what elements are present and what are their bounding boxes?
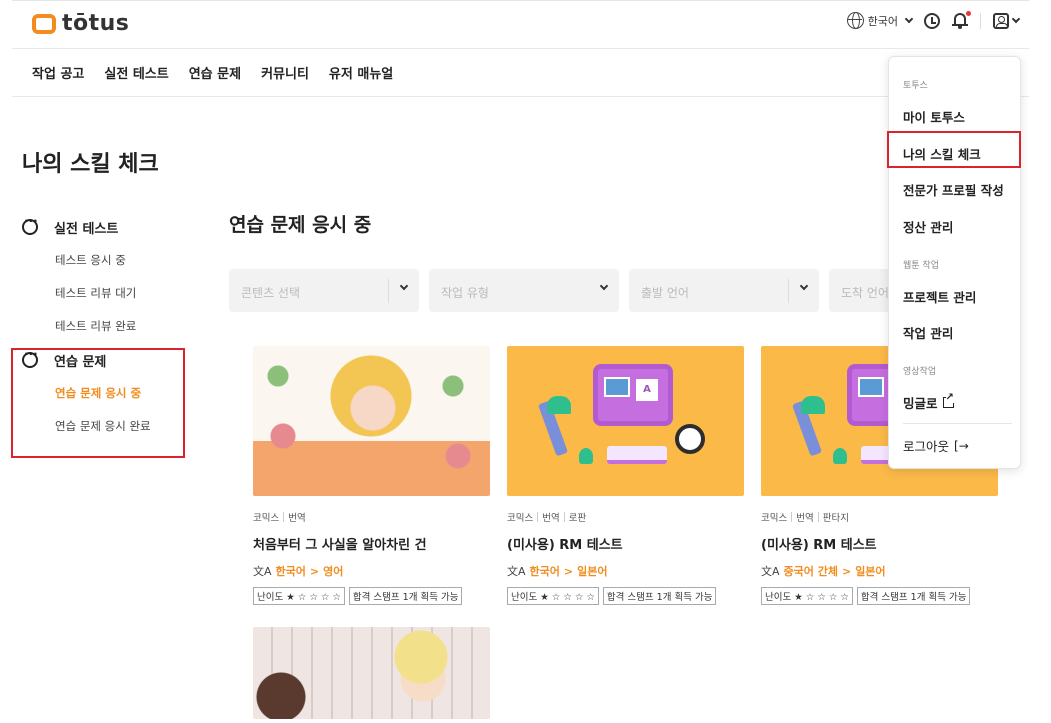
stamp-chip: 합격 스탬프 1개 획득 가능 [856,587,971,605]
menu-item-minglo[interactable]: 밍글로 [889,392,954,412]
menu-item-task-management[interactable]: 작업 관리 [889,323,953,342]
menu-divider [903,423,1012,424]
sidebar-item-test-in-progress[interactable]: 테스트 응시 중 [22,244,192,277]
menu-item-my-totus[interactable]: 마이 토투스 [889,107,965,126]
card-language-pair: 文A 중국어 간체 > 일본어 [761,564,886,579]
practice-card[interactable]: 코믹스 번역 처음부터 그 사실을 알아차린 건 文A 한국어 > 영어 난이도 ★ … [253,346,490,605]
menu-item-expert-profile[interactable]: 전문가 프로필 작성 [889,180,1004,199]
card-tags: 코믹스 번역 판타지 [761,512,849,524]
language-label: 한국어 [867,14,898,28]
card-chips: 난이도 ★ ☆ ☆ ☆ ☆ 합격 스탬프 1개 획득 가능 [253,587,490,605]
chevron-down-icon [799,281,809,291]
nav-item-manual[interactable]: 유저 매뉴얼 [329,63,393,82]
header-tools: 한국어 [846,11,1021,29]
filter-task-type[interactable]: 작업 유형 [429,269,619,312]
menu-item-logout[interactable]: 로그아웃 [→ [889,436,969,455]
nav-item-jobs[interactable]: 작업 공고 [32,63,84,82]
chevron-down-icon [399,281,409,291]
notification-dot [966,11,971,16]
chevron-down-icon [904,14,914,23]
bell-icon[interactable] [952,11,971,29]
translate-icon: 文A [253,565,272,578]
card-thumbnail [253,346,490,496]
menu-section-label: 토투스 [903,81,928,91]
translate-icon: 文A [761,565,780,578]
menu-section-label: 웹툰 작업 [903,261,939,271]
filter-placeholder: 출발 언어 [641,286,689,300]
highlight-box-skill-check [887,131,1021,168]
card-thumbnail [253,627,490,719]
card-tags: 코믹스 번역 [253,512,306,524]
card-grid: 코믹스 번역 처음부터 그 사실을 알아차린 건 文A 한국어 > 영어 난이도 ★ … [253,346,998,719]
content-title: 연습 문제 응시 중 [229,214,372,236]
card-chips: 난이도 ★ ☆ ☆ ☆ ☆ 합격 스탬프 1개 획득 가능 [761,587,998,605]
page-title: 나의 스킬 체크 [22,152,159,177]
account-dropdown-menu: 토투스 마이 토투스 나의 스킬 체크 전문가 프로필 작성 정산 관리 웹툰 … [888,56,1021,469]
card-language-pair: 文A 한국어 > 영어 [253,564,344,579]
practice-card[interactable] [253,627,490,719]
more-dots-icon [22,214,38,235]
sidebar-section-real-test[interactable]: 실전 테스트 [22,210,192,244]
card-thumbnail: A [507,346,744,496]
sidebar-item-test-review-done[interactable]: 테스트 리뷰 완료 [22,310,192,343]
divider [980,12,981,29]
highlight-box-practice [11,348,185,458]
nav-item-real-test[interactable]: 실전 테스트 [104,63,168,82]
user-icon [993,12,1009,29]
difficulty-chip: 난이도 ★ ☆ ☆ ☆ ☆ [761,587,853,605]
main-nav: 작업 공고 실전 테스트 연습 문제 커뮤니티 유저 매뉴얼 [12,49,1029,97]
language-selector[interactable]: 한국어 [846,12,914,29]
practice-card[interactable]: A 코믹스 번역 로판 (미사용) RM 테스트 文A 한국어 > 일본어 난이도 ★ … [507,346,744,605]
filter-content-select[interactable]: 콘텐츠 선택 [229,269,419,312]
card-title: (미사용) RM 테스트 [507,538,623,553]
stamp-chip: 합격 스탬프 1개 획득 가능 [602,587,717,605]
filter-source-language[interactable]: 출발 언어 [629,269,819,312]
globe-icon [846,12,864,29]
stamp-chip: 합격 스탬프 1개 획득 가능 [348,587,463,605]
card-title: (미사용) RM 테스트 [761,538,877,553]
account-menu-button[interactable] [993,12,1021,29]
card-language-pair: 文A 한국어 > 일본어 [507,564,608,579]
chevron-down-icon [599,281,609,291]
sidebar-item-test-review-pending[interactable]: 테스트 리뷰 대기 [22,277,192,310]
card-tags: 코믹스 번역 로판 [507,512,587,524]
card-title: 처음부터 그 사실을 알아차린 건 [253,538,427,553]
logo-mark-icon [32,13,56,34]
logo[interactable]: tōtus [32,11,129,36]
menu-item-settlement[interactable]: 정산 관리 [889,217,953,236]
nav-item-practice[interactable]: 연습 문제 [189,63,241,82]
filter-placeholder: 콘텐츠 선택 [241,286,301,300]
brand-name: tōtus [62,11,130,36]
difficulty-chip: 난이도 ★ ☆ ☆ ☆ ☆ [253,587,345,605]
header: tōtus 한국어 [12,0,1029,49]
menu-item-project-management[interactable]: 프로젝트 관리 [889,287,976,306]
filter-placeholder: 작업 유형 [441,286,489,300]
menu-section-label: 영상작업 [903,367,937,377]
chevron-down-icon [1011,14,1021,23]
clock-icon[interactable] [924,12,940,29]
external-link-icon [942,392,954,408]
card-chips: 난이도 ★ ☆ ☆ ☆ ☆ 합격 스탬프 1개 획득 가능 [507,587,744,605]
difficulty-chip: 난이도 ★ ☆ ☆ ☆ ☆ [507,587,599,605]
filter-placeholder: 도착 언어 [841,286,889,300]
nav-item-community[interactable]: 커뮤니티 [261,63,309,82]
logout-icon: [→ [954,438,969,453]
sidebar-section-label: 실전 테스트 [54,221,119,237]
translate-icon: 文A [507,565,526,578]
